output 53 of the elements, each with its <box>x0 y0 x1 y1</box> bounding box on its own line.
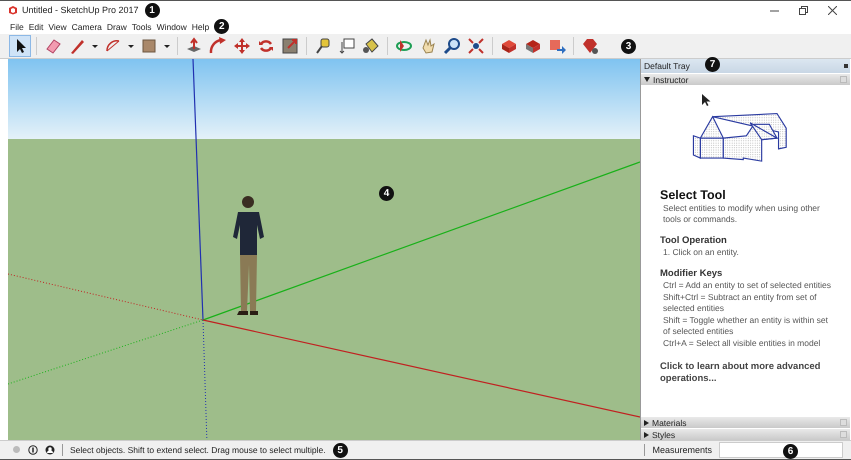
section-heading: Tool Operation <box>660 235 728 246</box>
dropdown-caret-icon[interactable] <box>164 44 170 48</box>
instruction-text: 1. Click on an entity. <box>663 247 740 258</box>
user-icon[interactable] <box>45 445 55 455</box>
callout-number: 1 <box>144 2 160 18</box>
magnifier-tool-button[interactable] <box>441 35 463 57</box>
callout-number: 5 <box>332 442 348 458</box>
panel-header[interactable]: Instructor <box>641 73 850 85</box>
follow-me-icon <box>208 36 228 56</box>
instruction-text: Shift+Ctrl = Subtract an entity from set of selected entities <box>663 292 818 314</box>
panel-title: Styles <box>652 430 676 440</box>
instruction-text: Ctrl = Add an entity to set of selected entities <box>663 280 832 291</box>
menu-item[interactable]: File <box>10 22 24 32</box>
restore-icon[interactable] <box>799 6 808 14</box>
callout-number: 2 <box>214 19 230 34</box>
info-icon[interactable] <box>28 445 38 455</box>
gem-icon <box>580 36 600 56</box>
menu-item[interactable]: Tools <box>132 22 152 32</box>
panel-header[interactable]: Materials <box>641 416 850 428</box>
menu-item[interactable]: Help <box>192 22 210 32</box>
select-arrow-tool-button[interactable] <box>9 35 31 57</box>
instruction-text: Ctrl+A = Select all visible entities in model <box>663 338 822 349</box>
move-icon <box>232 36 252 56</box>
measurements-field[interactable] <box>719 442 843 458</box>
app-logo-icon <box>8 5 18 15</box>
scale-icon <box>280 36 300 56</box>
menu-item[interactable]: Window <box>156 22 187 32</box>
panel-title: Instructor <box>653 74 690 84</box>
close-icon[interactable] <box>828 6 837 14</box>
tray-title: Default Tray <box>644 61 690 71</box>
mouse-pointer-icon <box>702 94 711 107</box>
instruction-text: Shift = Toggle whether an entity is within set of selected entities <box>663 315 829 337</box>
magnifier-icon <box>442 36 462 56</box>
paint-bucket-icon <box>361 36 381 56</box>
text-icon <box>337 36 357 56</box>
advanced-operations-link[interactable]: Click to learn about more advanced operations... <box>660 361 832 385</box>
dropdown-caret-icon[interactable] <box>92 44 98 48</box>
tool-title: Select Tool <box>660 188 727 202</box>
panel-title: Materials <box>652 418 688 428</box>
callout-number: 3 <box>621 38 636 54</box>
section-heading: Modifier Keys <box>660 268 724 279</box>
dropdown-caret-icon[interactable] <box>128 44 134 48</box>
menu-item[interactable]: Camera <box>72 22 102 32</box>
menu-item[interactable]: Draw <box>106 22 127 32</box>
panel-header[interactable]: Styles <box>641 428 850 440</box>
window-title: Untitled - SketchUp Pro 2017 <box>22 5 139 15</box>
menu-item[interactable]: Edit <box>28 22 44 32</box>
zoom-extents-icon <box>466 36 486 56</box>
status-message: Select objects. Shift to extend select. Drag mouse to select multiple. <box>70 445 326 455</box>
tool-description: Select entities to modify when using other tools or commands. <box>663 203 821 225</box>
expanded-triangle-icon[interactable] <box>644 77 650 82</box>
measurements-label: Measurements <box>652 445 712 455</box>
menu-item[interactable]: View <box>48 22 67 32</box>
